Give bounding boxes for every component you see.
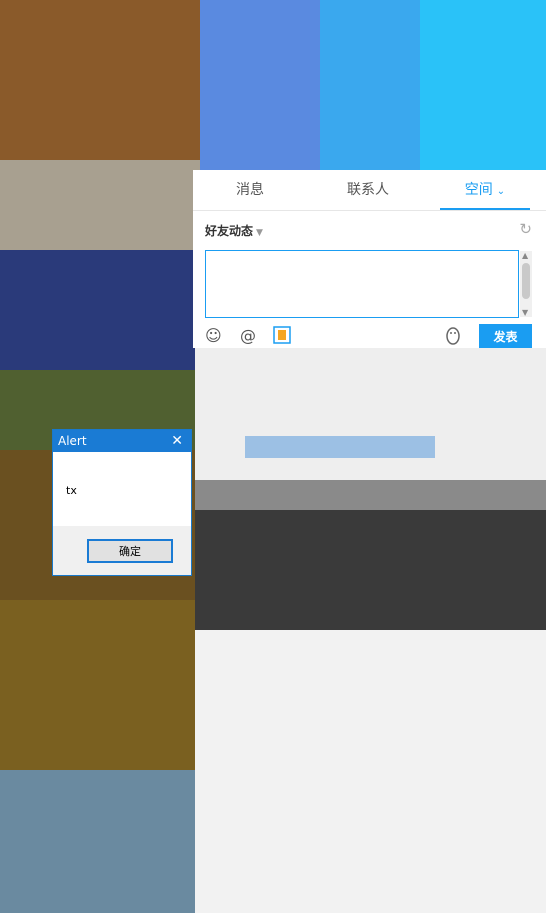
- close-icon[interactable]: ✕: [171, 430, 183, 452]
- qq-penguin-icon[interactable]: [443, 326, 463, 350]
- tab-messages[interactable]: 消息: [210, 170, 290, 210]
- scroll-down-icon[interactable]: ▼: [522, 308, 528, 317]
- editor-scrollbar[interactable]: ▲ ▼: [520, 251, 532, 317]
- tab-label: 联系人: [347, 182, 389, 198]
- chevron-down-icon: ⌄: [496, 186, 506, 197]
- tab-label: 消息: [236, 182, 264, 198]
- smiley-icon[interactable]: ☺: [205, 326, 222, 345]
- ok-button[interactable]: 确定: [87, 539, 173, 563]
- post-input[interactable]: [205, 250, 519, 318]
- photo-icon[interactable]: [273, 326, 291, 348]
- feed-title: 好友动态: [205, 224, 254, 238]
- qq-panel: 消息 联系人 空间 ⌄ 好友动态 ▼ ↻ ▲ ▼ ☺ @ 发表: [193, 170, 546, 348]
- scroll-thumb[interactable]: [522, 263, 530, 299]
- tab-space[interactable]: 空间 ⌄: [440, 170, 530, 210]
- tab-bar: 消息 联系人 空间 ⌄: [193, 170, 546, 211]
- tab-contacts[interactable]: 联系人: [328, 170, 408, 210]
- scroll-up-icon[interactable]: ▲: [522, 251, 528, 260]
- alert-dialog: Alert ✕ tx 确定: [52, 429, 192, 576]
- feed-selector[interactable]: 好友动态 ▼: [205, 222, 263, 239]
- at-icon[interactable]: @: [240, 326, 256, 345]
- alert-titlebar[interactable]: Alert ✕: [53, 430, 191, 452]
- alert-body: tx: [53, 452, 191, 526]
- publish-button[interactable]: 发表: [479, 324, 532, 348]
- caret-down-icon: ▼: [256, 228, 263, 238]
- alert-title: Alert: [58, 434, 87, 448]
- alert-message: tx: [66, 484, 77, 497]
- tab-label: 空间: [464, 182, 493, 198]
- refresh-icon[interactable]: ↻: [519, 220, 532, 238]
